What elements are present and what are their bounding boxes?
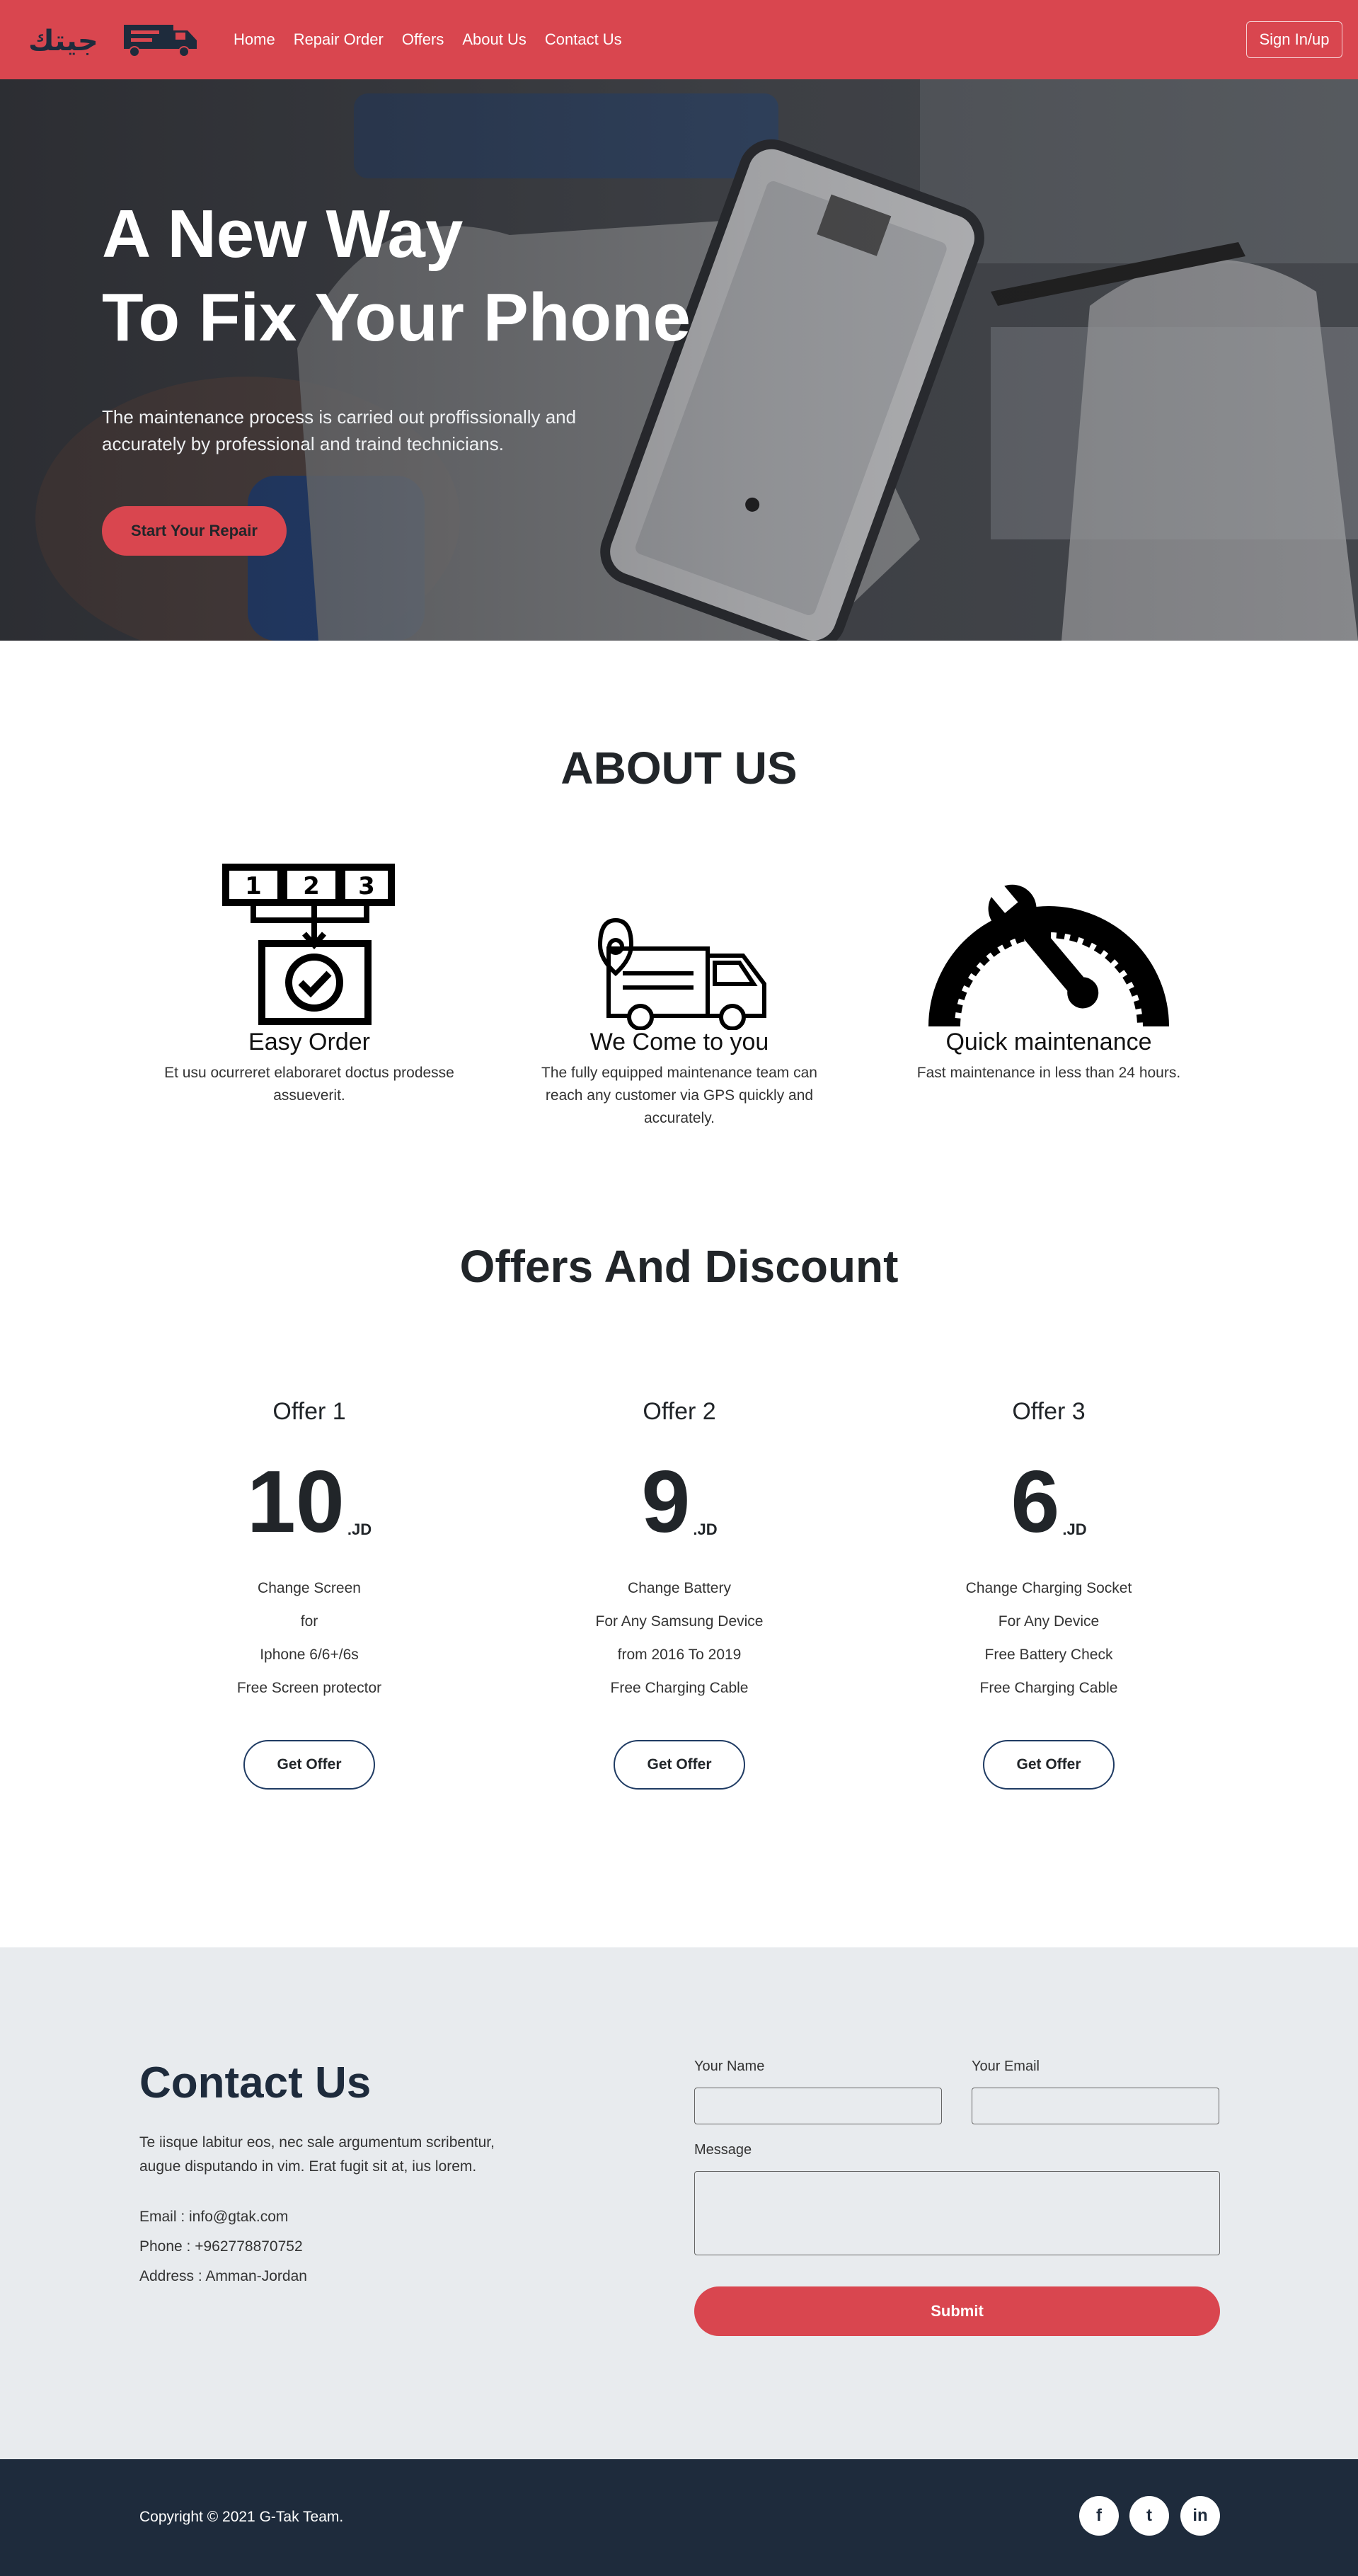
facebook-glyph: f	[1096, 2506, 1102, 2525]
contact-address: Address : Amman-Jordan	[139, 2268, 307, 2284]
offer-name: Offer 1	[272, 1398, 346, 1425]
nav-contact-us[interactable]: Contact Us	[545, 30, 622, 49]
nav-offers[interactable]: Offers	[402, 30, 444, 49]
offer-details: Change Screen for Iphone 6/6+/6s Free Sc…	[146, 1572, 472, 1705]
get-offer-button[interactable]: Get Offer	[243, 1740, 375, 1790]
feature-title: Quick maintenance	[945, 1029, 1152, 1055]
offer-price-unit: .JD	[693, 1521, 718, 1538]
offer-card-2: Offer 2 9 .JD Change Battery For Any Sam…	[517, 1398, 842, 1790]
nav-home[interactable]: Home	[234, 30, 275, 49]
steps-order-icon: 1 2 3	[222, 864, 395, 1025]
offer-card-3: Offer 3 6 .JD Change Charging Socket For…	[886, 1398, 1212, 1790]
get-offer-button[interactable]: Get Offer	[983, 1740, 1115, 1790]
name-input[interactable]	[694, 2088, 942, 2124]
feature-text: The fully equipped maintenance team can …	[541, 1065, 817, 1126]
contact-info: Email : info@gtak.com Phone : +962778870…	[139, 2202, 307, 2291]
hero-overlay	[0, 79, 1358, 641]
contact-email: Email : info@gtak.com	[139, 2209, 289, 2225]
submit-button[interactable]: Submit	[694, 2286, 1220, 2336]
offer-line: Change Charging Socket	[965, 1580, 1132, 1596]
name-label: Your Name	[694, 2059, 765, 2074]
get-offer-button[interactable]: Get Offer	[614, 1740, 745, 1790]
feature-easy-order: 1 2 3 Easy Order Et usu ocurreret elabor…	[154, 839, 465, 1107]
nav-repair-order[interactable]: Repair Order	[294, 30, 384, 49]
offer-line: from 2016 To 2019	[617, 1647, 742, 1663]
offer-price-unit: .JD	[1062, 1521, 1087, 1538]
contact-section: Contact Us Te iisque labitur eos, nec sa…	[0, 1947, 1358, 2459]
contact-phone: Phone : +962778870752	[139, 2238, 303, 2255]
step-number-3: 3	[358, 872, 375, 900]
offer-line: Change Screen	[258, 1580, 361, 1596]
offer-price: 10 .JD	[146, 1453, 472, 1551]
email-input[interactable]	[972, 2088, 1219, 2124]
nav-about-us[interactable]: About Us	[462, 30, 526, 49]
navbar: جيتك Home Repair Order Offers About Us C…	[0, 0, 1358, 79]
brand-logo[interactable]: جيتك	[28, 15, 202, 64]
offer-details: Change Battery For Any Samsung Device fr…	[517, 1572, 842, 1705]
offer-price-value: 9	[641, 1453, 691, 1551]
hero-title-line-1: A New Way	[102, 196, 464, 272]
logo-truck-icon: جيتك	[28, 25, 197, 57]
linkedin-icon[interactable]: in	[1180, 2496, 1220, 2536]
hero-description: The maintenance process is carried out p…	[102, 406, 577, 454]
offer-name: Offer 3	[1012, 1398, 1086, 1425]
offer-price-unit: .JD	[347, 1521, 372, 1538]
speedometer-wrench-icon	[928, 880, 1169, 1027]
message-label: Message	[694, 2142, 752, 2158]
offer-line: Free Screen protector	[236, 1680, 382, 1696]
twitter-glyph: t	[1146, 2506, 1152, 2525]
twitter-icon[interactable]: t	[1129, 2496, 1169, 2536]
step-number-1: 1	[245, 872, 262, 900]
copyright-text: Copyright © 2021 G-Tak Team.	[139, 2509, 344, 2525]
offer-price: 6 .JD	[886, 1453, 1212, 1551]
feature-text: Fast maintenance in less than 24 hours.	[916, 1065, 1181, 1081]
main-nav: Home Repair Order Offers About Us Contac…	[234, 30, 622, 49]
contact-title: Contact Us	[139, 2059, 372, 2107]
facebook-icon[interactable]: f	[1079, 2496, 1119, 2536]
logo-text: جيتك	[28, 25, 98, 57]
offer-line: Free Charging Cable	[979, 1680, 1118, 1696]
delivery-truck-icon	[597, 917, 766, 1030]
feature-quick-maintenance: Quick maintenance Fast maintenance in le…	[893, 839, 1204, 1084]
feature-title: Easy Order	[248, 1029, 370, 1055]
offer-line: for	[300, 1613, 318, 1630]
offer-price-value: 10	[246, 1453, 345, 1551]
offer-line: For Any Samsung Device	[595, 1613, 764, 1630]
offer-card-1: Offer 1 10 .JD Change Screen for Iphone …	[146, 1398, 472, 1790]
footer: Copyright © 2021 G-Tak Team. f t in	[0, 2459, 1358, 2576]
email-label: Your Email	[972, 2059, 1040, 2074]
hero-title: A New Way To Fix Your Phone	[102, 193, 691, 360]
feature-title: We Come to you	[589, 1029, 769, 1055]
offer-line: Free Battery Check	[984, 1647, 1113, 1663]
hero-section: A New Way To Fix Your Phone The maintena…	[0, 79, 1358, 641]
offers-title: Offers And Discount	[459, 1241, 899, 1292]
sign-in-button[interactable]: Sign In/up	[1246, 21, 1342, 58]
offer-price: 9 .JD	[517, 1453, 842, 1551]
offer-name: Offer 2	[643, 1398, 716, 1425]
message-textarea[interactable]	[694, 2171, 1220, 2255]
contact-description: Te iisque labitur eos, nec sale argument…	[139, 2134, 495, 2175]
feature-text: Et usu ocurreret elaboraret doctus prode…	[164, 1065, 454, 1104]
about-title: ABOUT US	[560, 743, 798, 794]
linkedin-glyph: in	[1192, 2506, 1208, 2525]
feature-we-come-to-you: We Come to you The fully equipped mainte…	[524, 839, 835, 1130]
step-number-2: 2	[303, 872, 320, 900]
hero-title-line-2: To Fix Your Phone	[102, 280, 691, 355]
offer-details: Change Charging Socket For Any Device Fr…	[886, 1572, 1212, 1705]
start-repair-button[interactable]: Start Your Repair	[102, 506, 287, 556]
offer-price-value: 6	[1011, 1453, 1060, 1551]
offer-line: Free Charging Cable	[610, 1680, 749, 1696]
offer-line: For Any Device	[998, 1613, 1100, 1630]
offer-line: Change Battery	[628, 1580, 731, 1596]
offer-line: Iphone 6/6+/6s	[260, 1647, 359, 1663]
